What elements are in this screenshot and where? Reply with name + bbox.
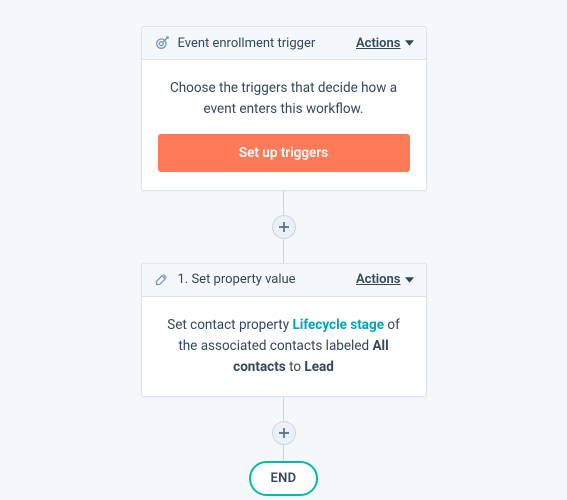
connector-line: [283, 445, 284, 461]
trigger-description: Choose the triggers that decide how a ev…: [158, 78, 410, 120]
add-step-button[interactable]: [272, 215, 296, 239]
step-1-description: Set contact property Lifecycle stage of …: [158, 315, 410, 378]
set-up-triggers-button[interactable]: Set up triggers: [158, 134, 410, 172]
chevron-down-icon: [405, 40, 414, 46]
step-1-text-prefix: Set contact property: [167, 317, 292, 333]
add-step-button[interactable]: [272, 421, 296, 445]
trigger-card-header: Event enrollment trigger Actions: [142, 27, 426, 60]
edit-icon: [154, 272, 170, 288]
step-1-actions-menu[interactable]: Actions: [356, 272, 414, 287]
target-icon: [154, 35, 170, 51]
trigger-card[interactable]: Event enrollment trigger Actions Choose …: [141, 26, 427, 191]
step-1-card-header: 1. Set property value Actions: [142, 264, 426, 297]
step-1-card-body: Set contact property Lifecycle stage of …: [142, 297, 426, 396]
step-1-card-header-left: 1. Set property value: [154, 272, 296, 288]
workflow-canvas: Event enrollment trigger Actions Choose …: [0, 0, 567, 500]
trigger-card-body: Choose the triggers that decide how a ev…: [142, 60, 426, 190]
trigger-card-title: Event enrollment trigger: [178, 36, 316, 51]
connector-line: [283, 191, 284, 215]
connector-line: [283, 397, 284, 421]
connector-line: [283, 239, 284, 263]
step-1-actions-label: Actions: [356, 272, 401, 287]
chevron-down-icon: [405, 277, 414, 283]
step-1-text-to: to: [286, 359, 305, 375]
property-name: Lifecycle stage: [292, 317, 384, 333]
trigger-actions-menu[interactable]: Actions: [356, 36, 414, 51]
property-value: Lead: [304, 359, 333, 375]
trigger-actions-label: Actions: [356, 36, 401, 51]
step-1-card-title: 1. Set property value: [178, 272, 296, 287]
trigger-card-header-left: Event enrollment trigger: [154, 35, 316, 51]
step-1-card[interactable]: 1. Set property value Actions Set contac…: [141, 263, 427, 397]
end-node: END: [249, 461, 319, 496]
